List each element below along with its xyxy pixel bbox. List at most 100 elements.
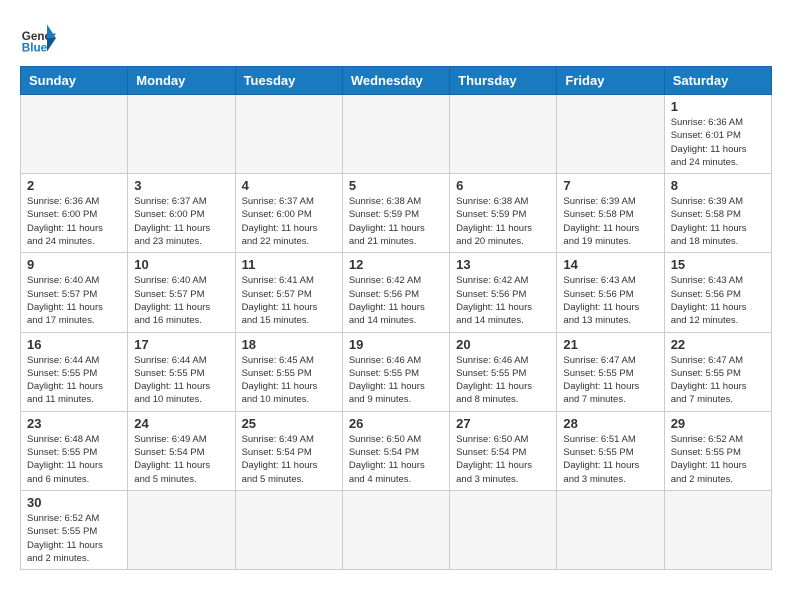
day-number: 9 [27,257,121,272]
day-info: Sunrise: 6:42 AM Sunset: 5:56 PM Dayligh… [349,274,443,327]
calendar-header-friday: Friday [557,67,664,95]
day-info: Sunrise: 6:37 AM Sunset: 6:00 PM Dayligh… [134,195,228,248]
calendar-cell [235,95,342,174]
day-info: Sunrise: 6:36 AM Sunset: 6:00 PM Dayligh… [27,195,121,248]
logo-icon: General Blue [20,20,56,56]
day-number: 7 [563,178,657,193]
day-number: 13 [456,257,550,272]
calendar-cell [664,490,771,569]
day-number: 4 [242,178,336,193]
calendar-week-1: 2 Sunrise: 6:36 AM Sunset: 6:00 PM Daylig… [21,174,772,253]
day-info: Sunrise: 6:47 AM Sunset: 5:55 PM Dayligh… [563,354,657,407]
day-number: 11 [242,257,336,272]
calendar-cell [450,490,557,569]
calendar-header-saturday: Saturday [664,67,771,95]
calendar-week-3: 16 Sunrise: 6:44 AM Sunset: 5:55 PM Dayli… [21,332,772,411]
day-info: Sunrise: 6:50 AM Sunset: 5:54 PM Dayligh… [349,433,443,486]
day-number: 22 [671,337,765,352]
calendar-cell: 5 Sunrise: 6:38 AM Sunset: 5:59 PM Daylig… [342,174,449,253]
svg-text:Blue: Blue [22,42,48,55]
calendar-cell: 15Sunrise: 6:43 AM Sunset: 5:56 PM Dayli… [664,253,771,332]
day-number: 23 [27,416,121,431]
day-info: Sunrise: 6:39 AM Sunset: 5:58 PM Dayligh… [671,195,765,248]
day-info: Sunrise: 6:38 AM Sunset: 5:59 PM Dayligh… [349,195,443,248]
day-info: Sunrise: 6:42 AM Sunset: 5:56 PM Dayligh… [456,274,550,327]
calendar-cell [342,490,449,569]
calendar-cell: 13 Sunrise: 6:42 AM Sunset: 5:56 PM Dayli… [450,253,557,332]
day-number: 2 [27,178,121,193]
calendar-week-4: 23 Sunrise: 6:48 AM Sunset: 5:55 PM Dayli… [21,411,772,490]
calendar-cell: 28 Sunrise: 6:51 AM Sunset: 5:55 PM Dayli… [557,411,664,490]
calendar-week-0: 1Sunrise: 6:36 AM Sunset: 6:01 PM Daylig… [21,95,772,174]
calendar-header-thursday: Thursday [450,67,557,95]
page-header: General Blue [20,20,772,56]
calendar-cell: 14 Sunrise: 6:43 AM Sunset: 5:56 PM Dayli… [557,253,664,332]
day-info: Sunrise: 6:48 AM Sunset: 5:55 PM Dayligh… [27,433,121,486]
day-info: Sunrise: 6:46 AM Sunset: 5:55 PM Dayligh… [349,354,443,407]
day-number: 26 [349,416,443,431]
calendar-cell: 17Sunrise: 6:44 AM Sunset: 5:55 PM Dayli… [128,332,235,411]
calendar-cell: 10Sunrise: 6:40 AM Sunset: 5:57 PM Dayli… [128,253,235,332]
day-number: 29 [671,416,765,431]
calendar-cell [128,490,235,569]
day-number: 3 [134,178,228,193]
day-info: Sunrise: 6:51 AM Sunset: 5:55 PM Dayligh… [563,433,657,486]
calendar-cell: 16 Sunrise: 6:44 AM Sunset: 5:55 PM Dayli… [21,332,128,411]
calendar-cell: 8 Sunrise: 6:39 AM Sunset: 5:58 PM Daylig… [664,174,771,253]
calendar-cell: 7Sunrise: 6:39 AM Sunset: 5:58 PM Daylig… [557,174,664,253]
day-number: 16 [27,337,121,352]
calendar-header-monday: Monday [128,67,235,95]
day-number: 10 [134,257,228,272]
day-info: Sunrise: 6:40 AM Sunset: 5:57 PM Dayligh… [27,274,121,327]
calendar-cell [557,490,664,569]
calendar-cell: 22Sunrise: 6:47 AM Sunset: 5:55 PM Dayli… [664,332,771,411]
calendar-cell: 26 Sunrise: 6:50 AM Sunset: 5:54 PM Dayli… [342,411,449,490]
day-info: Sunrise: 6:45 AM Sunset: 5:55 PM Dayligh… [242,354,336,407]
day-info: Sunrise: 6:44 AM Sunset: 5:55 PM Dayligh… [27,354,121,407]
calendar-cell [128,95,235,174]
day-number: 20 [456,337,550,352]
calendar-cell: 19 Sunrise: 6:46 AM Sunset: 5:55 PM Dayli… [342,332,449,411]
day-number: 12 [349,257,443,272]
day-number: 21 [563,337,657,352]
day-info: Sunrise: 6:49 AM Sunset: 5:54 PM Dayligh… [242,433,336,486]
calendar-cell: 20Sunrise: 6:46 AM Sunset: 5:55 PM Dayli… [450,332,557,411]
day-number: 14 [563,257,657,272]
day-info: Sunrise: 6:43 AM Sunset: 5:56 PM Dayligh… [563,274,657,327]
calendar-cell: 27Sunrise: 6:50 AM Sunset: 5:54 PM Dayli… [450,411,557,490]
day-number: 6 [456,178,550,193]
calendar-cell: 18 Sunrise: 6:45 AM Sunset: 5:55 PM Dayli… [235,332,342,411]
day-number: 30 [27,495,121,510]
calendar-header-row: SundayMondayTuesdayWednesdayThursdayFrid… [21,67,772,95]
day-number: 5 [349,178,443,193]
day-info: Sunrise: 6:50 AM Sunset: 5:54 PM Dayligh… [456,433,550,486]
calendar-cell: 11Sunrise: 6:41 AM Sunset: 5:57 PM Dayli… [235,253,342,332]
calendar-header-wednesday: Wednesday [342,67,449,95]
calendar-cell: 24Sunrise: 6:49 AM Sunset: 5:54 PM Dayli… [128,411,235,490]
day-info: Sunrise: 6:52 AM Sunset: 5:55 PM Dayligh… [671,433,765,486]
calendar-cell [235,490,342,569]
calendar-cell: 21 Sunrise: 6:47 AM Sunset: 5:55 PM Dayli… [557,332,664,411]
day-info: Sunrise: 6:49 AM Sunset: 5:54 PM Dayligh… [134,433,228,486]
calendar-cell: 23 Sunrise: 6:48 AM Sunset: 5:55 PM Dayli… [21,411,128,490]
calendar-cell: 25 Sunrise: 6:49 AM Sunset: 5:54 PM Dayli… [235,411,342,490]
calendar-cell: 9 Sunrise: 6:40 AM Sunset: 5:57 PM Daylig… [21,253,128,332]
day-number: 18 [242,337,336,352]
day-number: 8 [671,178,765,193]
logo: General Blue [20,20,56,56]
calendar-table: SundayMondayTuesdayWednesdayThursdayFrid… [20,66,772,570]
calendar-cell [21,95,128,174]
calendar-cell: 12 Sunrise: 6:42 AM Sunset: 5:56 PM Dayli… [342,253,449,332]
day-number: 28 [563,416,657,431]
day-info: Sunrise: 6:37 AM Sunset: 6:00 PM Dayligh… [242,195,336,248]
day-number: 19 [349,337,443,352]
calendar-header-tuesday: Tuesday [235,67,342,95]
day-info: Sunrise: 6:52 AM Sunset: 5:55 PM Dayligh… [27,512,121,565]
day-number: 25 [242,416,336,431]
calendar-cell: 2 Sunrise: 6:36 AM Sunset: 6:00 PM Daylig… [21,174,128,253]
calendar-cell: 29 Sunrise: 6:52 AM Sunset: 5:55 PM Dayli… [664,411,771,490]
calendar-cell: 4 Sunrise: 6:37 AM Sunset: 6:00 PM Daylig… [235,174,342,253]
calendar-cell: 30 Sunrise: 6:52 AM Sunset: 5:55 PM Dayli… [21,490,128,569]
calendar-cell: 3 Sunrise: 6:37 AM Sunset: 6:00 PM Daylig… [128,174,235,253]
calendar-cell [557,95,664,174]
